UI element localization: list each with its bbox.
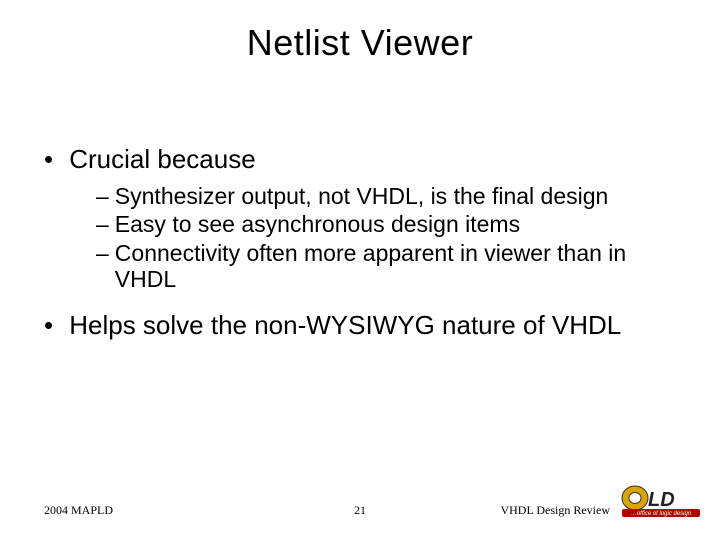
svg-text:LD: LD — [648, 489, 675, 511]
slide-title: Netlist Viewer — [0, 0, 720, 64]
footer-right: VHDL Design Review — [500, 503, 610, 518]
bullet-dot-icon: • — [44, 145, 62, 175]
bullet-2-text: Helps solve the non-WYSIWYG nature of VH… — [69, 311, 665, 341]
sub-item: – Easy to see asynchronous design items — [96, 211, 680, 237]
bullet-1-subs: – Synthesizer output, not VHDL, is the f… — [96, 183, 680, 293]
sub-item-text: Easy to see asynchronous design items — [115, 211, 680, 237]
bullet-dot-icon: • — [44, 311, 62, 341]
slide: Netlist Viewer • Crucial because – Synth… — [0, 0, 720, 540]
bullet-2: • Helps solve the non-WYSIWYG nature of … — [44, 311, 680, 341]
dash-icon: – — [96, 240, 115, 293]
sub-item-text: Synthesizer output, not VHDL, is the fin… — [115, 183, 680, 209]
logo-icon: LD …office of logic design — [620, 483, 702, 517]
dash-icon: – — [96, 211, 115, 237]
footer-page-number: 21 — [0, 503, 720, 518]
footer: 2004 MAPLD 21 VHDL Design Review LD …off… — [0, 492, 720, 522]
sub-item: – Connectivity often more apparent in vi… — [96, 240, 680, 293]
sub-item: – Synthesizer output, not VHDL, is the f… — [96, 183, 680, 209]
bullet-1-text: Crucial because — [69, 145, 665, 175]
dash-icon: – — [96, 183, 115, 209]
logo-tagline: …office of logic design — [631, 511, 692, 517]
old-logo: LD …office of logic design — [620, 483, 702, 522]
slide-body: • Crucial because – Synthesizer output, … — [44, 145, 680, 349]
sub-item-text: Connectivity often more apparent in view… — [115, 240, 680, 293]
bullet-1: • Crucial because — [44, 145, 680, 175]
